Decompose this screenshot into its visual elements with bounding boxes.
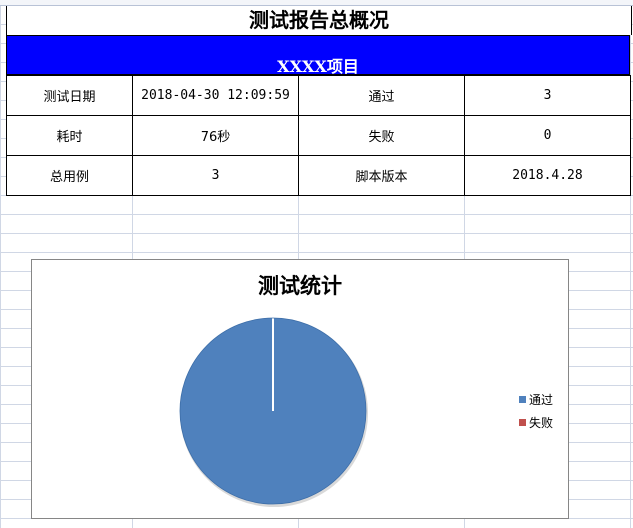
table-row: 测试日期 2018-04-30 12:09:59 通过 3 bbox=[6, 75, 631, 116]
legend-item: 失败 bbox=[519, 411, 553, 434]
report-title[interactable]: 测试报告总概况 bbox=[6, 6, 632, 35]
table-row: 总用例 3 脚本版本 2018.4.28 bbox=[6, 155, 631, 196]
legend-item: 通过 bbox=[519, 388, 553, 411]
summary-table: 测试日期 2018-04-30 12:09:59 通过 3 耗时 76秒 失败 … bbox=[6, 75, 631, 196]
cell-label-total-cases[interactable]: 总用例 bbox=[6, 155, 133, 196]
cell-value-total-cases[interactable]: 3 bbox=[132, 155, 299, 196]
cell-label-duration[interactable]: 耗时 bbox=[6, 115, 133, 156]
pie-chart[interactable]: 测试统计 通过 失败 bbox=[31, 259, 569, 519]
cell-label-test-date[interactable]: 测试日期 bbox=[6, 75, 133, 116]
cell-value-pass[interactable]: 3 bbox=[464, 75, 631, 116]
legend-label: 失败 bbox=[529, 416, 554, 430]
table-row: 耗时 76秒 失败 0 bbox=[6, 115, 631, 156]
legend-swatch bbox=[519, 396, 526, 403]
cell-value-duration[interactable]: 76秒 bbox=[132, 115, 299, 156]
cell-value-fail[interactable]: 0 bbox=[464, 115, 631, 156]
project-name-cell[interactable]: XXXX项目 bbox=[6, 35, 630, 76]
legend-swatch bbox=[519, 419, 526, 426]
pie-chart-plot bbox=[179, 317, 368, 507]
cell-label-pass[interactable]: 通过 bbox=[298, 75, 465, 116]
cell-value-script-version[interactable]: 2018.4.28 bbox=[464, 155, 631, 196]
chart-legend: 通过 失败 bbox=[519, 388, 553, 434]
cell-label-fail[interactable]: 失败 bbox=[298, 115, 465, 156]
cell-label-script-version[interactable]: 脚本版本 bbox=[298, 155, 465, 196]
legend-label: 通过 bbox=[529, 393, 554, 407]
cell-value-test-date[interactable]: 2018-04-30 12:09:59 bbox=[132, 75, 299, 116]
